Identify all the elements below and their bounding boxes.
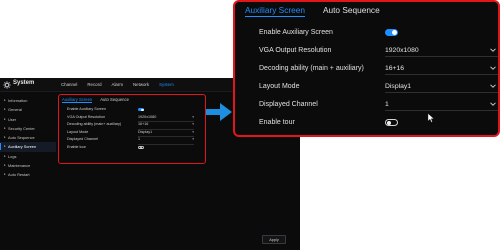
displayed-channel-label: Displayed Channel xyxy=(259,101,318,108)
sidebar-item-label: Security Center xyxy=(8,125,35,131)
setting-row: Layout Mode Display1 ▾ xyxy=(67,129,199,138)
chevron-down-icon: ▾ xyxy=(192,137,194,142)
vga-output-row: VGA Output Resolution 1920x1080 xyxy=(259,42,498,60)
setting-label: Layout Mode xyxy=(67,129,89,134)
select-value: 1920x1080 xyxy=(138,114,157,119)
vga-resolution-select[interactable]: 1920x1080 xyxy=(385,44,498,57)
sidebar-item-label: Maintenance xyxy=(8,163,31,169)
setting-row: VGA Output Resolution 1920x1080 ▾ xyxy=(67,114,199,123)
tab-bar-small: Auxiliary Screen Auto Sequence xyxy=(62,97,137,103)
tab-auto-sequence[interactable]: Auto Sequence xyxy=(323,4,380,17)
displayed-channel-select[interactable]: 1 xyxy=(385,98,498,111)
enable-tour-row: Enable tour xyxy=(259,114,498,132)
chevron-down-icon: ▾ xyxy=(192,114,194,119)
enable-auxiliary-toggle[interactable] xyxy=(385,29,398,36)
displayed-channel-row: Displayed Channel 1 xyxy=(259,96,498,114)
auxiliary-settings-card-small: Auxiliary Screen Auto Sequence Enable Au… xyxy=(58,94,206,164)
chevron-down-icon xyxy=(490,84,496,88)
top-menu-system[interactable]: System xyxy=(159,82,174,87)
setting-label: Enable tour xyxy=(67,145,86,149)
sidebar: ▸ Information ▸ General ▸ User ▸ Security Ce… xyxy=(0,96,56,180)
enable-auxiliary-row: Enable Auxiliary Screen xyxy=(259,24,498,42)
mouse-cursor-icon xyxy=(427,113,435,123)
setting-row: Enable Auxiliary Screen xyxy=(67,106,199,114)
enable-auxiliary-label: Enable Auxiliary Screen xyxy=(259,29,333,36)
decoding-label: Decoding ability (main + auxiliary) xyxy=(259,65,364,72)
sidebar-item-user[interactable]: ▸ User xyxy=(0,115,56,124)
sidebar-item-label: Logs xyxy=(8,153,17,159)
setting-label: Enable Auxiliary Screen xyxy=(67,107,106,111)
enable-tour-label: Enable tour xyxy=(259,119,295,126)
top-menu: Channel Record Alarm Network System xyxy=(61,82,184,87)
chevron-right-icon: ▸ xyxy=(4,135,6,140)
setting-label: Decoding ability (main+ auxiliary) xyxy=(67,122,122,127)
tab-bar: Auxiliary Screen Auto Sequence xyxy=(245,4,398,18)
sidebar-item-information[interactable]: ▸ Information xyxy=(0,96,56,105)
select-value: Display1 xyxy=(138,129,153,134)
sidebar-item-auxiliary-screen[interactable]: ▸ Auxiliary Screen xyxy=(0,142,56,152)
sidebar-item-label: General xyxy=(8,107,22,113)
tab-auxiliary-screen[interactable]: Auxiliary Screen xyxy=(62,97,93,103)
select-value: 1920x1080 xyxy=(385,47,419,54)
chevron-down-icon xyxy=(490,48,496,52)
sidebar-item-logs[interactable]: ▸ Logs xyxy=(0,152,56,161)
sidebar-item-label: Information xyxy=(8,98,28,103)
decoding-row: Decoding ability (main + auxiliary) 16+1… xyxy=(259,60,498,78)
top-menu-network[interactable]: Network xyxy=(133,82,149,87)
setting-row: Displayed Channel 1 ▾ xyxy=(67,136,199,145)
chevron-right-icon: ▸ xyxy=(4,172,6,177)
chevron-right-icon: ▸ xyxy=(4,144,6,149)
sidebar-item-label: Auto Restart xyxy=(8,172,30,178)
top-menu-record[interactable]: Record xyxy=(87,82,101,87)
enable-auxiliary-toggle[interactable] xyxy=(138,108,144,112)
sidebar-item-auto-restart[interactable]: ▸ Auto Restart xyxy=(0,170,56,179)
enable-tour-toggle[interactable] xyxy=(385,119,398,126)
chevron-right-icon: ▸ xyxy=(4,153,6,158)
layout-mode-label: Layout Mode xyxy=(259,83,300,90)
apply-button[interactable]: Apply xyxy=(262,235,286,244)
chevron-right-icon: ▸ xyxy=(4,98,6,102)
chevron-down-icon: ▾ xyxy=(192,129,194,134)
sidebar-item-security-center[interactable]: ▸ Security Center xyxy=(0,124,56,133)
vga-output-label: VGA Output Resolution xyxy=(259,47,332,54)
tab-auxiliary-screen[interactable]: Auxiliary Screen xyxy=(245,4,305,17)
sidebar-item-label: User xyxy=(8,116,17,122)
sidebar-item-maintenance[interactable]: ▸ Maintenance xyxy=(0,161,56,170)
select-value: Display1 xyxy=(385,83,412,90)
top-menu-alarm[interactable]: Alarm xyxy=(112,82,123,87)
layout-mode-row: Layout Mode Display1 xyxy=(259,78,498,96)
select-value: 1 xyxy=(138,137,141,142)
enable-tour-toggle[interactable] xyxy=(138,146,144,150)
chevron-down-icon: ▾ xyxy=(192,122,194,127)
sidebar-item-label: Auto Sequence xyxy=(8,135,35,141)
select-value: 16+16 xyxy=(138,122,149,127)
setting-row: Enable tour xyxy=(67,144,199,152)
auxiliary-settings-zoom-panel: Auxiliary Screen Auto Sequence Enable Au… xyxy=(233,0,500,137)
sidebar-item-auto-sequence[interactable]: ▸ Auto Sequence xyxy=(0,133,56,142)
chevron-right-icon: ▸ xyxy=(4,107,6,112)
select-value: 16+16 xyxy=(385,65,405,72)
gear-icon xyxy=(3,81,11,89)
chevron-right-icon: ▸ xyxy=(4,125,6,130)
sidebar-item-label: Auxiliary Screen xyxy=(8,144,37,150)
chevron-right-icon: ▸ xyxy=(4,163,6,168)
setting-label: Displayed Channel xyxy=(67,137,98,142)
app-title: System xyxy=(13,80,35,86)
setting-label: VGA Output Resolution xyxy=(67,114,106,119)
arrow-right-icon xyxy=(206,103,232,121)
top-menu-channel[interactable]: Channel xyxy=(61,82,77,87)
tab-auto-sequence[interactable]: Auto Sequence xyxy=(100,97,129,103)
sidebar-item-general[interactable]: ▸ General xyxy=(0,105,56,114)
decoding-ability-select[interactable]: 16+16 xyxy=(385,62,498,75)
chevron-right-icon: ▸ xyxy=(4,116,6,121)
select-value: 1 xyxy=(385,101,389,108)
chevron-down-icon xyxy=(490,102,496,106)
layout-mode-select[interactable]: Display1 xyxy=(385,80,498,93)
setting-row: Decoding ability (main+ auxiliary) 16+16… xyxy=(67,121,199,130)
chevron-down-icon xyxy=(490,66,496,70)
